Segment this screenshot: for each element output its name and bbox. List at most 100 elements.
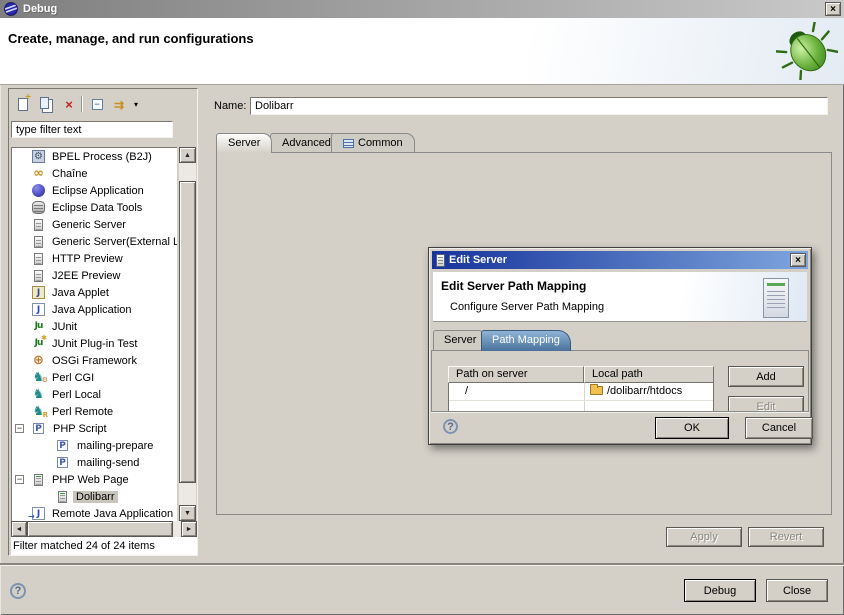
tree-item[interactable]: Eclipse Data Tools [12,199,177,216]
tree-item[interactable]: Java Application [12,301,177,318]
title-bar: Debug × [0,0,844,18]
horizontal-scroll-thumb[interactable] [27,521,173,537]
tree-item[interactable]: Generic Server [12,216,177,233]
php-web-icon [58,491,67,503]
tree-item-label: Perl Remote [49,406,116,418]
close-icon[interactable]: × [825,2,841,16]
duplicate-configuration-button[interactable] [36,95,56,114]
local-path-cell[interactable]: /dolibarr/htdocs [590,385,682,397]
perl-icon [32,388,45,401]
column-header-path-on-server[interactable]: Path on server [448,366,584,383]
php-script-icon [33,423,44,434]
tree-item[interactable]: Java Applet [12,284,177,301]
scroll-down-arrow[interactable]: ▼ [179,505,196,521]
tree-item[interactable]: JUnit [12,318,177,335]
dialog-heading: Edit Server Path Mapping [441,279,586,293]
tree-item[interactable]: BPEL Process (B2J) [12,148,177,165]
dialog-title-bar: Edit Server × [432,251,808,269]
apply-button[interactable]: Apply [666,527,742,547]
tree-item[interactable]: − PHP Script [12,420,177,437]
server-icon [34,219,43,231]
vertical-scroll-thumb[interactable] [179,181,196,483]
delete-configuration-button[interactable]: × [59,95,79,114]
tree-item[interactable]: Chaîne [12,165,177,182]
bug-icon [776,22,838,83]
filter-menu-button[interactable]: ▾ [130,95,142,114]
add-mapping-button[interactable]: Add [728,366,804,387]
ok-button[interactable]: OK [655,417,729,439]
tree-item[interactable]: Eclipse Application [12,182,177,199]
scroll-left-arrow[interactable]: ◄ [11,521,27,537]
tree-item-label: Eclipse Application [49,185,147,197]
header-banner: Create, manage, and run configurations [0,18,844,85]
tab-server[interactable]: Server [216,133,272,153]
tree-item[interactable]: J2EE Preview [12,267,177,284]
database-icon [32,201,45,214]
help-icon[interactable]: ? [10,583,26,599]
table-icon [343,139,354,148]
perl-remote-icon [32,405,45,418]
tree-item-label: Generic Server(External La [49,236,177,248]
php-web-icon [34,474,43,486]
footer-separator [0,563,844,565]
tree-item-label: PHP Script [50,423,110,435]
type-filter-input[interactable] [11,121,173,138]
tree-item[interactable]: −PHP Web Page [12,471,177,488]
cancel-button[interactable]: Cancel [745,417,813,439]
revert-button[interactable]: Revert [748,527,824,547]
edit-server-dialog: Edit Server × Edit Server Path Mapping C… [428,247,812,445]
filter-configurations-button[interactable]: ⇉ [109,95,129,114]
tree-item[interactable]: mailing-send [12,454,177,471]
help-icon[interactable]: ? [443,419,458,434]
tree-vertical-scrollbar[interactable]: ▲ ▼ [179,147,196,521]
tree-item[interactable]: mailing-prepare [12,437,177,454]
close-icon[interactable]: × [790,253,806,267]
delete-icon: × [65,97,73,112]
tree-item[interactable]: Perl CGI [12,369,177,386]
page-title: Create, manage, and run configurations [8,31,254,46]
collapse-expander-icon[interactable]: − [15,475,24,484]
tree-item[interactable]: Dolibarr [12,488,177,505]
junit-plugin-icon [32,337,45,350]
tree-item[interactable]: Generic Server(External La [12,233,177,250]
close-button[interactable]: Close [766,579,828,602]
tree-item-label: Perl Local [49,389,104,401]
collapse-all-button[interactable]: − [87,95,107,114]
applet-icon [32,286,45,299]
tree-item-label: J2EE Preview [49,270,123,282]
scroll-up-arrow[interactable]: ▲ [179,147,196,163]
name-input[interactable] [250,97,828,115]
tree-item[interactable]: Perl Local [12,386,177,403]
new-config-icon [18,98,28,111]
tree-item[interactable]: OSGi Framework [12,352,177,369]
scroll-right-arrow[interactable]: ► [181,521,197,537]
tree-item-label: HTTP Preview [49,253,126,265]
tree-item[interactable]: HTTP Preview [12,250,177,267]
dialog-tab-path-mapping[interactable]: Path Mapping [481,330,571,351]
tree-item[interactable]: Remote Java Application [12,505,177,521]
column-header-local-path[interactable]: Local path [584,366,714,383]
column-divider [584,383,585,413]
dialog-tab-server[interactable]: Server [433,330,487,350]
new-configuration-button[interactable] [13,95,33,114]
osgi-icon [32,354,45,367]
collapse-expander-icon[interactable]: − [15,424,24,433]
toolbar-separator [81,96,82,112]
path-on-server-cell[interactable]: / [465,385,468,397]
remote-java-icon [32,507,45,520]
tree-horizontal-scrollbar[interactable]: ◄ ► [11,521,197,537]
tree-item[interactable]: JUnit Plug-in Test [12,335,177,352]
chevron-down-icon: ▾ [134,100,138,109]
tab-common[interactable]: Common [331,133,415,152]
php-script-icon [57,457,68,468]
server-icon [34,236,43,248]
debug-button[interactable]: Debug [684,579,756,602]
filter-icon: ⇉ [114,98,124,112]
launch-config-tree-panel: × − ⇉ ▾ BPEL Process (B2J)Chaîne Eclipse … [8,88,198,556]
server-tower-icon [763,278,789,318]
tree-item-label: Dolibarr [73,491,118,503]
dialog-header: Edit Server Path Mapping Configure Serve… [433,272,807,322]
perl-cgi-icon [32,371,45,384]
tree-item-label: mailing-prepare [74,440,156,452]
tree-item[interactable]: Perl Remote [12,403,177,420]
